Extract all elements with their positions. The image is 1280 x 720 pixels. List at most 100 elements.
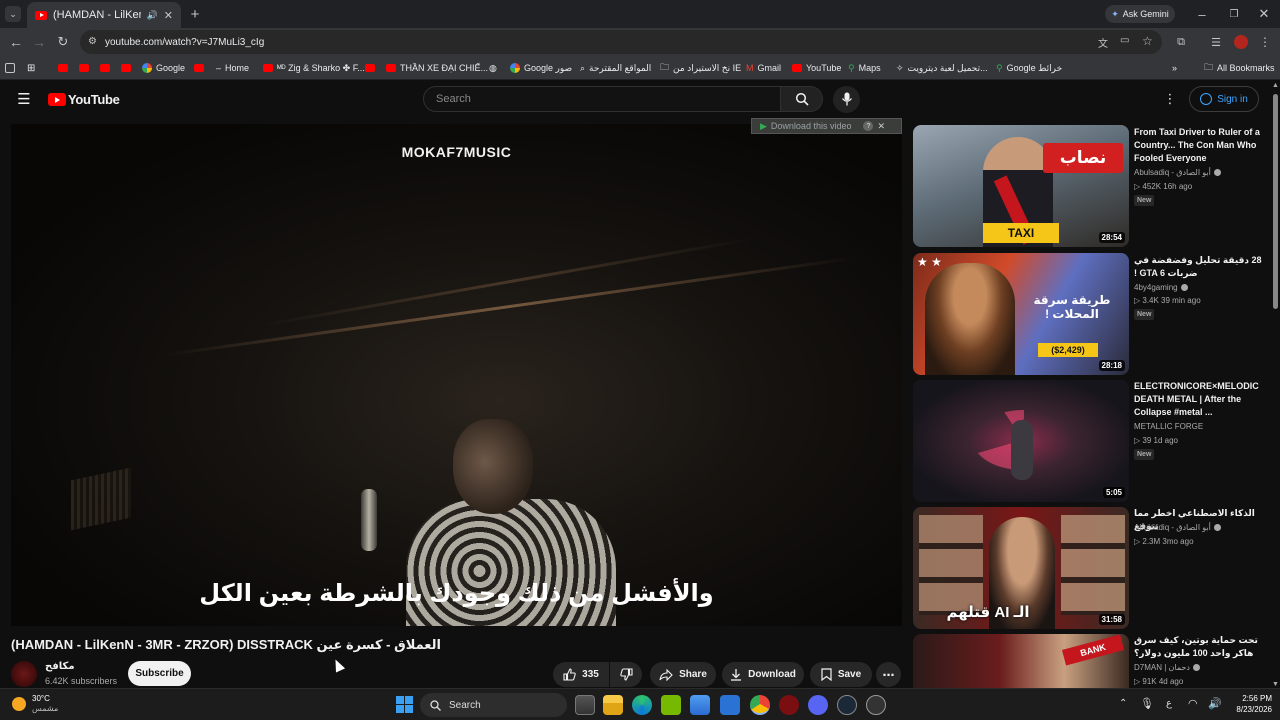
bookmark-zig-sharko[interactable]: ᴹᴰ Zig & Sharko ✤ F... — [263, 60, 365, 76]
search-button[interactable] — [781, 86, 823, 112]
tab-close-icon[interactable]: ✕ — [164, 9, 173, 22]
red-app-icon[interactable] — [779, 695, 799, 715]
volume-icon[interactable]: 🔊 — [1208, 697, 1222, 710]
microphone-icon[interactable]: 🎙 — [1140, 697, 1154, 710]
recommendation-title[interactable]: تحت حماية بوتين، كيف سرق هاكر واحد 100 م… — [1134, 634, 1262, 660]
minimize-window-icon[interactable]: – — [1193, 6, 1211, 22]
extensions-icon[interactable]: ⧉ — [1173, 34, 1189, 50]
task-view-icon[interactable] — [575, 695, 595, 715]
bookmark-google[interactable]: Google — [142, 60, 185, 76]
maximize-window-icon[interactable]: ❐ — [1225, 6, 1243, 22]
start-button[interactable] — [396, 696, 413, 713]
steam-icon[interactable] — [837, 695, 857, 715]
bookmark-youtube-5[interactable] — [194, 60, 204, 76]
forward-arrow-icon[interactable]: → — [31, 34, 47, 50]
bookmarks-overflow-icon[interactable]: » — [1172, 60, 1177, 76]
all-bookmarks-button[interactable]: 🗀 All Bookmarks — [1204, 60, 1275, 76]
bookmark-google-maps-ar[interactable]: ⚲ Google خرائط — [996, 60, 1062, 76]
recommendation-title[interactable]: 28 دقيقة تحليل وفضفضة في ضربات GTA 6 ! — [1134, 254, 1262, 280]
share-button[interactable]: Share — [650, 662, 716, 687]
apps-grid-icon[interactable] — [5, 60, 15, 76]
youtube-logo[interactable]: YouTube — [48, 92, 120, 107]
bookmark-imported-ie[interactable]: 🗀 نخ الاستيراد من IE — [660, 60, 741, 76]
channel-name[interactable]: مكافح — [45, 661, 75, 672]
video-player[interactable]: MOKAF7MUSIC والأفشل من ذلك وجودك بالشرطة… — [11, 124, 902, 626]
recommendation-channel[interactable]: D7MAN | دحمان — [1134, 663, 1200, 672]
scrollbar-thumb[interactable] — [1273, 94, 1278, 309]
nvidia-icon[interactable] — [661, 695, 681, 715]
profile-avatar[interactable] — [1234, 35, 1248, 49]
settings-kebab-icon[interactable]: ⋮ — [1162, 91, 1178, 107]
new-tab-icon[interactable]: + — [186, 5, 204, 23]
bookmark-home[interactable]: – Home — [216, 60, 249, 76]
bookmark-grid-icon[interactable]: ⊞ — [27, 60, 35, 76]
recommendation-thumbnail[interactable]: نصاب TAXI 28:54 — [913, 125, 1129, 247]
mail-icon[interactable] — [720, 695, 740, 715]
recommendation-channel[interactable]: Abulsadiq - أبو الصادق — [1134, 168, 1221, 177]
tab-audio-icon[interactable]: 🔊 — [147, 10, 158, 21]
show-hidden-icons[interactable]: ⌃ — [1119, 698, 1127, 709]
tray-app-icon[interactable] — [866, 695, 886, 715]
page-scrollbar[interactable]: ▲ ▼ — [1271, 82, 1280, 688]
translate-icon[interactable]: 文 — [1098, 35, 1108, 50]
bookmark-globe[interactable]: ◍ — [489, 60, 497, 76]
back-arrow-icon[interactable]: ← — [8, 34, 24, 50]
reload-icon[interactable]: ↻ — [55, 34, 71, 50]
sign-in-button[interactable]: Sign in — [1189, 86, 1259, 112]
language-indicator[interactable]: ع — [1166, 698, 1172, 709]
clock[interactable]: 2:56 PM 8/23/2026 — [1228, 693, 1272, 715]
search-input[interactable]: Search — [423, 86, 781, 112]
reading-list-icon[interactable]: ☰ — [1208, 34, 1224, 50]
bookmark-suggested-sites[interactable]: ⌕ المواقع المقترحة — [580, 60, 651, 76]
subscribe-button[interactable]: Subscribe — [128, 661, 191, 686]
download-extension-bar[interactable]: ▶ Download this video ? ✕ — [751, 118, 902, 134]
address-bar[interactable]: ⚙ youtube.com/watch?v=J7MuLi3_cIg 文 ▭ ☆ — [80, 30, 1162, 54]
tab-search-chevron-icon[interactable]: ⌄ — [5, 6, 21, 22]
edge-icon[interactable] — [632, 695, 652, 715]
help-icon[interactable]: ? — [863, 121, 874, 131]
chrome-icon[interactable] — [750, 695, 770, 715]
bookmark-youtube-3[interactable] — [100, 60, 110, 76]
taskbar-search[interactable]: Search — [420, 693, 567, 717]
voice-search-button[interactable] — [833, 86, 860, 113]
recommendation-title[interactable]: From Taxi Driver to Ruler of a Country..… — [1134, 126, 1262, 165]
wifi-icon[interactable]: ◠ — [1188, 697, 1198, 710]
close-icon[interactable]: ✕ — [877, 121, 885, 132]
recommendation-thumbnail[interactable]: BANK — [913, 634, 1129, 688]
dislike-button[interactable] — [610, 662, 642, 687]
close-window-icon[interactable]: ✕ — [1255, 6, 1273, 22]
recommendation-title[interactable]: ELECTRONICORE×MELODIC DEATH METAL | Afte… — [1134, 380, 1262, 419]
site-info-icon[interactable]: ⚙ — [88, 36, 97, 47]
recommendation-channel[interactable]: 4by4gaming — [1134, 283, 1188, 292]
download-button[interactable]: Download — [722, 662, 804, 687]
file-explorer-icon[interactable] — [603, 695, 623, 715]
bookmark-maps[interactable]: ⚲ Maps — [848, 60, 881, 76]
bookmark-youtube-6[interactable] — [365, 60, 375, 76]
discord-icon[interactable] — [808, 695, 828, 715]
bookmark-detroit-game[interactable]: ✧ تحميل لعبة ديترويت... — [896, 60, 988, 76]
recommendation-thumbnail[interactable]: ★ ★ طريقة سرقة المحلات ! ($2,429) 28:18 — [913, 253, 1129, 375]
recommendation-channel[interactable]: METALLIC FORGE — [1134, 422, 1203, 431]
bookmark-youtube-1[interactable] — [58, 60, 68, 76]
bookmark-youtube[interactable]: YouTube — [792, 60, 841, 76]
chrome-menu-icon[interactable]: ⋮ — [1258, 34, 1272, 50]
store-icon[interactable] — [690, 695, 710, 715]
bookmark-youtube-4[interactable] — [121, 60, 131, 76]
bookmark-gmail[interactable]: M Gmail — [746, 60, 781, 76]
scroll-up-icon[interactable]: ▲ — [1272, 82, 1279, 89]
weather-widget[interactable]: 30°C مشمس — [12, 694, 58, 714]
like-button[interactable]: 335 — [553, 662, 609, 687]
save-button[interactable]: Save — [810, 662, 872, 687]
cast-icon[interactable]: ▭ — [1120, 35, 1129, 46]
bookmark-youtube-2[interactable] — [79, 60, 89, 76]
recommendation-channel[interactable]: Abulsadiq - أبو الصادق — [1134, 523, 1221, 532]
ask-gemini-button[interactable]: ✦ Ask Gemini — [1105, 5, 1175, 23]
recommendation-thumbnail[interactable]: الـ AI قتلهم 31:58 — [913, 507, 1129, 629]
bookmark-star-icon[interactable]: ☆ — [1142, 34, 1153, 48]
scroll-down-icon[interactable]: ▼ — [1272, 681, 1279, 688]
bookmark-google-photos[interactable]: Google صور — [510, 60, 572, 76]
recommendation-thumbnail[interactable]: 5:05 — [913, 380, 1129, 502]
channel-avatar[interactable] — [11, 661, 37, 687]
more-actions-button[interactable]: ⋯ — [876, 662, 901, 687]
tab-youtube-video[interactable]: (HAMDAN - LilKenN - 3MR 🔊 ✕ — [27, 2, 181, 28]
